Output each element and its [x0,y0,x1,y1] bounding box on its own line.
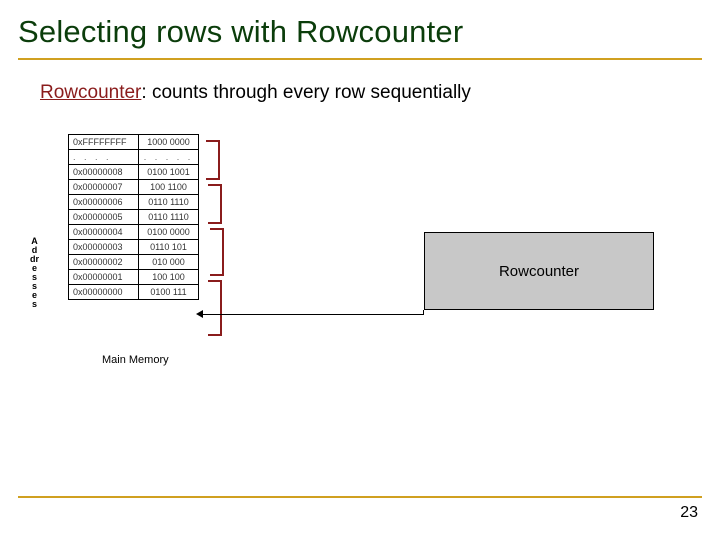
table-row: 0x000000030110 101 [69,240,199,255]
bracket-red-2 [208,184,222,224]
addresses-vertical-label: Addresses [30,237,39,309]
table-row: 0x00000007100 1100 [69,180,199,195]
table-row: 0x00000002010 000 [69,255,199,270]
arrow-head-icon [196,310,203,318]
subtitle-keyword: Rowcounter [40,82,141,103]
memory-data: 1000 0000 [139,135,199,150]
table-row: 0x00000001100 100 [69,270,199,285]
rowcounter-label: Rowcounter [499,263,579,280]
bracket-red-4 [208,280,222,336]
memory-data: 100 100 [139,270,199,285]
memory-data: 010 000 [139,255,199,270]
divider-bottom [18,496,702,498]
page-number: 23 [680,504,698,522]
diagram: Addresses 0xFFFFFFFF1000 0000 . . . .. .… [30,132,690,472]
memory-addr-dots: . . . . [69,150,139,165]
bracket-red-3 [210,228,224,276]
memory-addr: 0x00000005 [69,210,139,225]
memory-addr: 0x00000001 [69,270,139,285]
table-row-dots: . . . .. . . . . [69,150,199,165]
memory-addr: 0x00000000 [69,285,139,300]
table-row: 0x000000060110 1110 [69,195,199,210]
slide-subtitle: Rowcounter: counts through every row seq… [40,82,471,104]
table-row: 0x000000000100 111 [69,285,199,300]
table-row: 0x000000080100 1001 [69,165,199,180]
memory-addr: 0xFFFFFFFF [69,135,139,150]
slide-title: Selecting rows with Rowcounter [18,14,463,50]
memory-data: 0110 101 [139,240,199,255]
divider-top [18,58,702,60]
memory-table: 0xFFFFFFFF1000 0000 . . . .. . . . . 0x0… [68,134,199,300]
memory-addr: 0x00000008 [69,165,139,180]
memory-data-dots: . . . . . [139,150,199,165]
subtitle-rest: : counts through every row sequentially [141,82,471,103]
table-row: 0x000000050110 1110 [69,210,199,225]
rowcounter-box: Rowcounter [424,232,654,310]
table-row: 0x000000040100 0000 [69,225,199,240]
arrow-segment-horizontal [202,314,424,315]
memory-data: 0110 1110 [139,195,199,210]
memory-data: 0100 0000 [139,225,199,240]
bracket-red-1 [206,140,220,180]
memory-addr: 0x00000006 [69,195,139,210]
slide: Selecting rows with Rowcounter Rowcounte… [0,0,720,540]
table-row: 0xFFFFFFFF1000 0000 [69,135,199,150]
memory-addr: 0x00000002 [69,255,139,270]
memory-data: 0100 111 [139,285,199,300]
memory-data: 0110 1110 [139,210,199,225]
memory-addr: 0x00000007 [69,180,139,195]
main-memory-caption: Main Memory [102,354,169,366]
memory-data: 100 1100 [139,180,199,195]
memory-addr: 0x00000004 [69,225,139,240]
memory-addr: 0x00000003 [69,240,139,255]
memory-data: 0100 1001 [139,165,199,180]
